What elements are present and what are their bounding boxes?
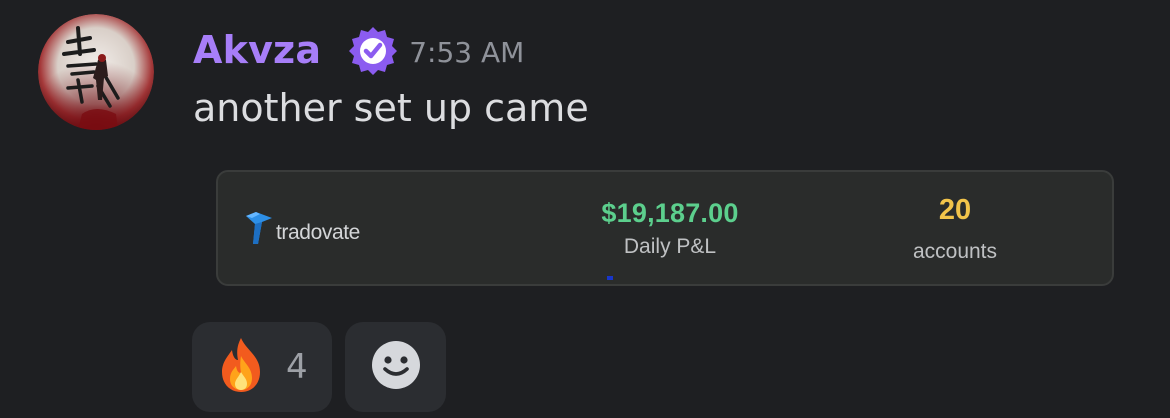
pnl-value: $19,187.00 — [601, 198, 739, 228]
indicator-dot — [607, 276, 613, 280]
add-reaction-smiley-icon — [370, 339, 422, 395]
username[interactable]: Akvza — [193, 28, 321, 72]
reactions-bar: 4 — [192, 322, 446, 412]
reaction-fire[interactable]: 4 — [192, 322, 332, 412]
daily-pnl-stat: $19,187.00 Daily P&L — [570, 198, 770, 259]
brand-name: tradovate — [276, 221, 360, 244]
tradovate-logo-icon — [244, 210, 274, 250]
avatar-image — [38, 14, 154, 130]
message-content: another set up came — [193, 86, 589, 130]
avatar[interactable] — [38, 14, 154, 130]
embed-card[interactable]: tradovate $19,187.00 Daily P&L 20 accoun… — [216, 170, 1114, 286]
add-reaction-button[interactable] — [345, 322, 446, 412]
brand: tradovate — [244, 210, 360, 250]
accounts-label: accounts — [912, 240, 998, 263]
timestamp[interactable]: 7:53 AM — [409, 36, 524, 69]
fire-emoji-icon — [216, 336, 266, 398]
pnl-label: Daily P&L — [623, 235, 717, 258]
reaction-count: 4 — [286, 347, 308, 387]
message-header: Akvza 7:53 AM — [193, 22, 524, 78]
chat-message: Akvza 7:53 AM another set up came tradov… — [0, 0, 1170, 418]
accounts-value: 20 — [938, 194, 972, 226]
verified-badge-icon — [347, 24, 399, 76]
accounts-stat: 20 accounts — [880, 194, 1030, 264]
